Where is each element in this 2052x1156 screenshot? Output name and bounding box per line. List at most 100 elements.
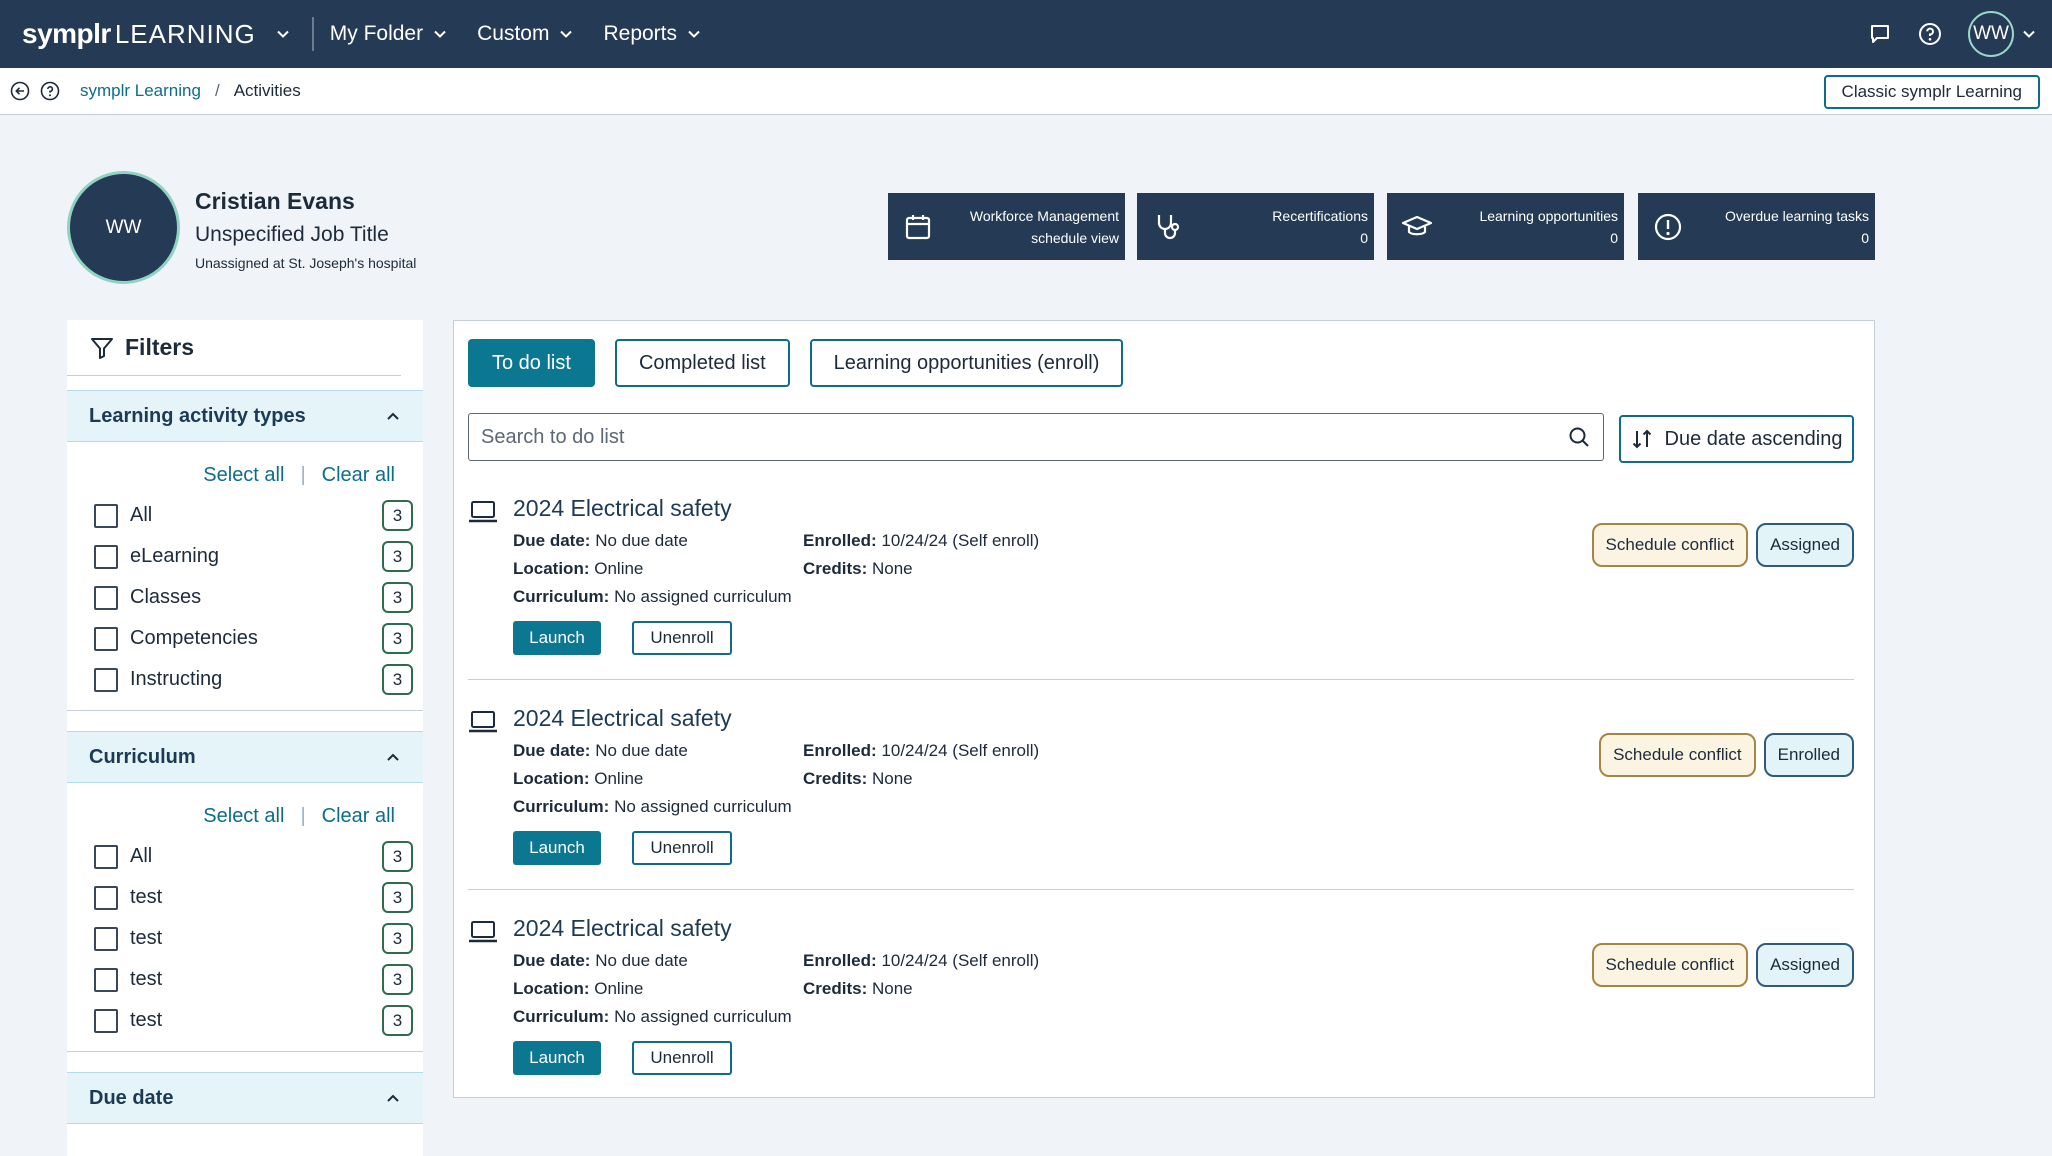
overdue-learning-tasks-card[interactable]: Overdue learning tasks 0 (1638, 193, 1875, 260)
chat-icon[interactable] (1868, 22, 1892, 46)
checkbox[interactable] (94, 626, 118, 651)
unenroll-button[interactable]: Unenroll (632, 621, 732, 655)
credits-value: None (871, 559, 913, 578)
credits-label: Credits: (803, 559, 868, 578)
chevron-down-icon (2022, 27, 2036, 41)
launch-button[interactable]: Launch (513, 1041, 601, 1075)
section-title: Due date (89, 1086, 174, 1109)
chevron-up-icon (385, 1090, 401, 1106)
learning-opportunities-card[interactable]: Learning opportunities 0 (1387, 193, 1624, 260)
breadcrumb-root-link[interactable]: symplr Learning (80, 81, 201, 101)
filter-option: test 3 (67, 877, 423, 918)
count-badge: 3 (382, 1005, 413, 1036)
top-navigation: symplr LEARNING My Folder Custom Reports… (0, 0, 2052, 68)
sort-button[interactable]: Due date ascending (1619, 415, 1854, 463)
breadcrumb: symplr Learning / Activities (80, 81, 301, 101)
list-tabs: To do list Completed list Learning oppor… (468, 339, 1124, 387)
sort-label: Due date ascending (1664, 427, 1843, 450)
chevron-down-icon (433, 27, 447, 41)
laptop-icon (468, 709, 498, 735)
user-menu[interactable]: WW (1968, 11, 2036, 57)
location-label: Location: (513, 559, 590, 578)
clear-all-link[interactable]: Clear all (322, 464, 395, 487)
nav-my-folder-label: My Folder (329, 22, 424, 45)
back-icon[interactable] (10, 81, 30, 101)
count-badge: 3 (382, 623, 413, 654)
activity-details-left: Due date: No due date Location: Online C… (513, 737, 792, 821)
tab-completed-list[interactable]: Completed list (614, 339, 790, 387)
select-all-link[interactable]: Select all (203, 805, 284, 828)
stat-value: schedule view (1031, 229, 1119, 246)
tab-learning-opportunities[interactable]: Learning opportunities (enroll) (809, 339, 1124, 387)
laptop-icon (468, 499, 498, 525)
breadcrumb-bar: symplr Learning / Activities Classic sym… (0, 68, 2052, 115)
nav-reports[interactable]: Reports (603, 0, 701, 68)
location-label: Location: (513, 769, 590, 788)
chevron-down-icon (559, 27, 573, 41)
checkbox[interactable] (94, 667, 118, 692)
due-date-section-toggle[interactable]: Due date (67, 1072, 423, 1124)
filters-title: Filters (125, 334, 195, 360)
classic-symplr-button[interactable]: Classic symplr Learning (1823, 75, 2040, 109)
activity-types-section-toggle[interactable]: Learning activity types (67, 390, 423, 442)
curriculum-value: No assigned curriculum (614, 797, 792, 816)
select-all-link[interactable]: Select all (203, 464, 284, 487)
location-value: Online (594, 769, 644, 788)
activity-details-left: Due date: No due date Location: Online C… (513, 527, 792, 611)
chevron-down-icon (276, 27, 290, 41)
stat-value: 0 (1360, 229, 1368, 246)
nav-custom[interactable]: Custom (477, 0, 573, 68)
activity-title[interactable]: 2024 Electrical safety (513, 915, 732, 942)
nav-my-folder[interactable]: My Folder (330, 0, 447, 68)
checkbox[interactable] (94, 585, 118, 610)
filter-option: All 3 (67, 836, 423, 877)
checkbox[interactable] (94, 885, 118, 910)
launch-button[interactable]: Launch (513, 831, 601, 865)
filter-option: test 3 (67, 959, 423, 1000)
activity-item: 2024 Electrical safety Due date: No due … (468, 911, 1854, 1101)
nav-divider (311, 17, 314, 51)
checkbox[interactable] (94, 926, 118, 951)
credits-label: Credits: (803, 979, 868, 998)
launch-button[interactable]: Launch (513, 621, 601, 655)
search-input[interactable] (481, 425, 1567, 449)
workforce-management-card[interactable]: Workforce Management schedule view (888, 193, 1125, 260)
curriculum-section-toggle[interactable]: Curriculum (67, 731, 423, 783)
recertifications-card[interactable]: Recertifications 0 (1137, 193, 1374, 260)
checkbox[interactable] (94, 967, 118, 992)
help-icon[interactable] (1918, 22, 1942, 46)
filter-option: All 3 (67, 495, 423, 536)
count-badge: 3 (382, 882, 413, 913)
checkbox[interactable] (94, 1008, 118, 1033)
curriculum-value: No assigned curriculum (614, 587, 792, 606)
activity-details-right: Enrolled: 10/24/24 (Self enroll) Credits… (803, 527, 1039, 583)
unenroll-button[interactable]: Unenroll (632, 831, 732, 865)
filter-option-label: All (130, 845, 153, 867)
brand-logo: symplr LEARNING (22, 18, 256, 49)
activity-details-right: Enrolled: 10/24/24 (Self enroll) Credits… (803, 947, 1039, 1003)
unenroll-button[interactable]: Unenroll (632, 1041, 732, 1075)
stat-label: Overdue learning tasks (1725, 207, 1869, 224)
filter-option-label: test (130, 886, 163, 908)
checkbox[interactable] (94, 503, 118, 528)
checkbox[interactable] (94, 844, 118, 869)
search-box (468, 413, 1604, 461)
divider (468, 679, 1854, 680)
brand-menu[interactable]: symplr LEARNING (0, 0, 290, 68)
tab-to-do-list[interactable]: To do list (468, 339, 595, 387)
clear-all-link[interactable]: Clear all (322, 805, 395, 828)
separator: | (300, 805, 306, 827)
filters-header: Filters (67, 320, 401, 376)
search-icon[interactable] (1567, 425, 1591, 449)
filter-option-label: test (130, 968, 163, 990)
enrolled-label: Enrolled: (803, 741, 877, 760)
filter-option-label: Classes (130, 586, 202, 608)
activity-title[interactable]: 2024 Electrical safety (513, 705, 732, 732)
checkbox[interactable] (94, 544, 118, 569)
count-badge: 3 (382, 664, 413, 695)
location-value: Online (594, 979, 644, 998)
activity-types-options: Select all | Clear all All 3 eLearning 3… (67, 464, 423, 711)
due-date-value: No due date (595, 531, 688, 550)
activity-title[interactable]: 2024 Electrical safety (513, 495, 732, 522)
help-icon[interactable] (40, 81, 60, 101)
